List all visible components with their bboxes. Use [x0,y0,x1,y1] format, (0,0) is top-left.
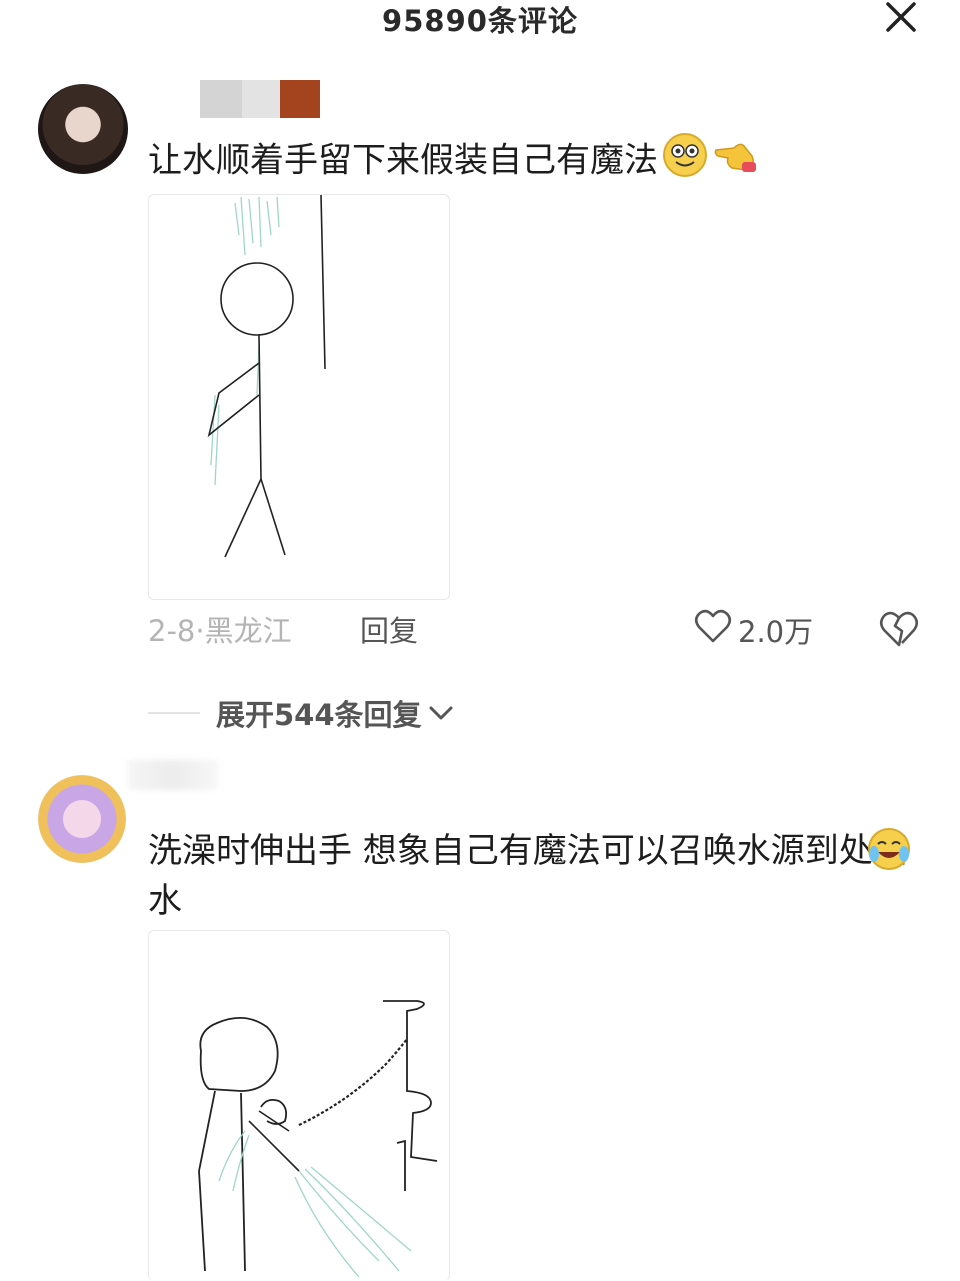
broken-heart-icon[interactable] [878,610,920,648]
laughing-tears-emoji-icon [866,826,912,876]
comment-body: 洗澡时伸出手 想象自己有魔法可以召唤水源到处洒水 [148,831,907,921]
pointing-hand-icon [712,132,760,192]
comment-date-location: 2-8·黑龙江 [148,614,292,648]
chevron-down-icon [428,696,454,730]
reply-button[interactable]: 回复 [360,608,418,650]
shower-magic-drawing[interactable] [148,930,450,1281]
heart-icon [694,608,732,651]
comment-text: 让水顺着手留下来假装自己有魔法 [148,132,760,192]
close-icon[interactable] [882,0,922,36]
stick-figure-drawing[interactable] [148,194,450,600]
avatar[interactable] [38,775,126,863]
username-redacted[interactable] [128,760,218,790]
grin-emoji-icon [662,132,708,192]
avatar[interactable] [38,84,128,174]
comment-text: 洗澡时伸出手 想象自己有魔法可以召唤水源到处洒水 [148,826,938,926]
comments-header: 95890条评论 [0,0,960,40]
like-count: 2.0万 [738,614,814,649]
expand-divider [148,712,200,714]
like-button[interactable]: 2.0万 [694,608,813,651]
comment-body: 让水顺着手留下来假装自己有魔法 [148,140,658,181]
username-redacted[interactable] [200,80,320,118]
comments-count-title: 95890条评论 [382,4,578,38]
expand-replies-button[interactable]: 展开544条回复 [216,692,454,734]
expand-replies-label: 展开544条回复 [216,698,422,732]
